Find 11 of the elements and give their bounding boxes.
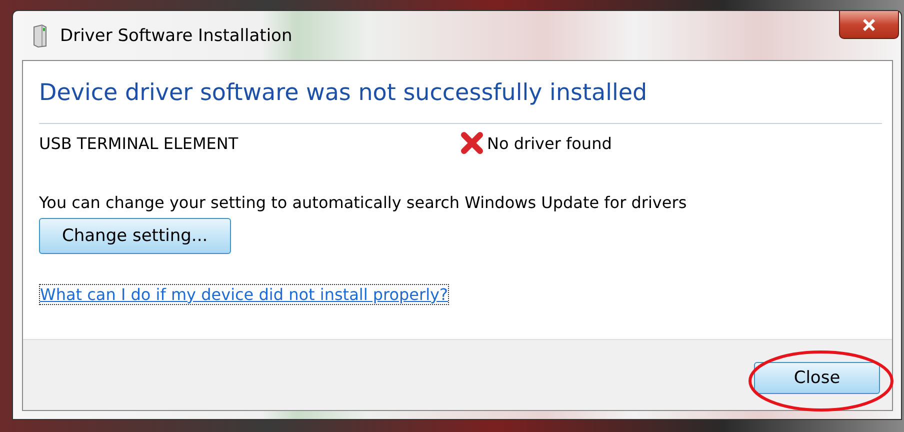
main-instruction: Device driver software was not successfully installed bbox=[39, 80, 648, 106]
help-link[interactable]: What can I do if my device did not install properly? bbox=[39, 284, 449, 305]
close-button[interactable]: Close bbox=[754, 362, 880, 394]
device-icon bbox=[32, 24, 48, 48]
device-status: No driver found bbox=[487, 134, 612, 152]
close-icon bbox=[861, 18, 877, 30]
change-setting-button[interactable]: Change setting... bbox=[39, 218, 231, 254]
info-text: You can change your setting to automatically search Windows Update for drivers bbox=[39, 193, 687, 212]
close-button[interactable] bbox=[839, 11, 899, 39]
window-title: Driver Software Installation bbox=[60, 26, 292, 46]
device-name: USB TERMINAL ELEMENT bbox=[39, 134, 240, 152]
